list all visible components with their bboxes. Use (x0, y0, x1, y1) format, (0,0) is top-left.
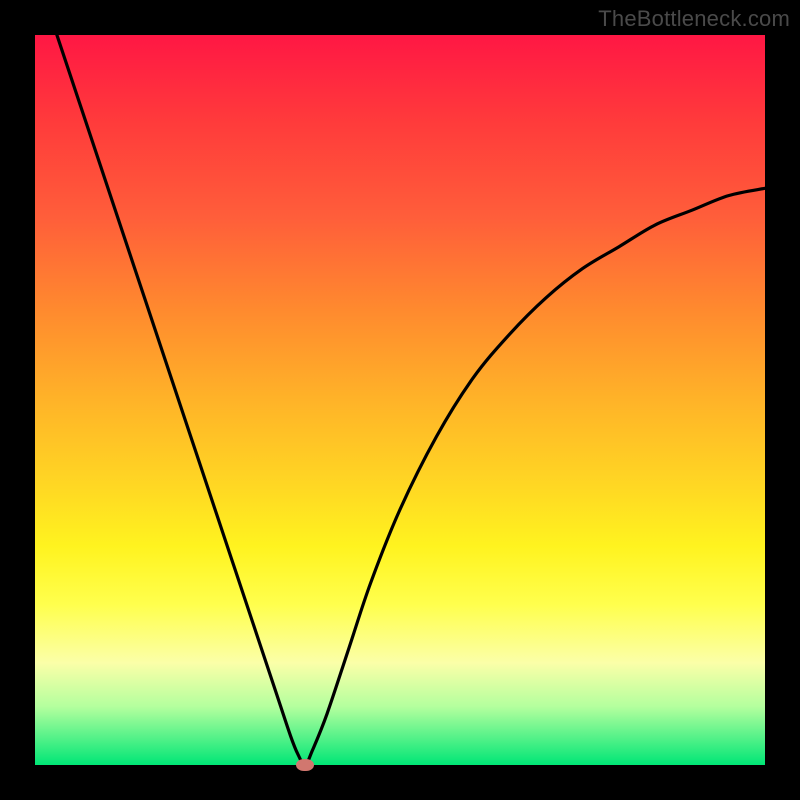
plot-area (35, 35, 765, 765)
bottleneck-marker (296, 759, 314, 771)
bottleneck-curve (35, 35, 765, 765)
chart-frame: TheBottleneck.com (0, 0, 800, 800)
watermark-text: TheBottleneck.com (598, 6, 790, 32)
